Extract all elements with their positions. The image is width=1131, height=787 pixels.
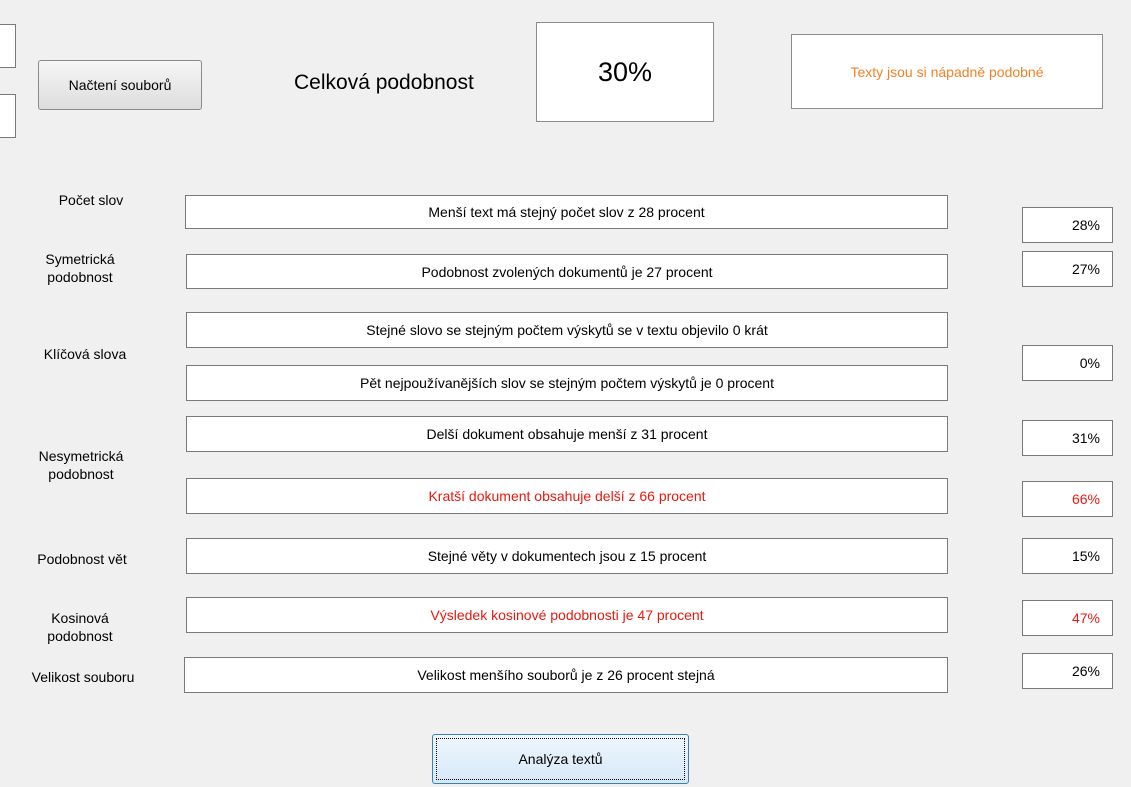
analyze-texts-button[interactable]: Analýza textů (432, 734, 689, 784)
focus-rectangle (436, 738, 685, 780)
cosine-value: 47% (1022, 600, 1113, 636)
file-size-value: 26% (1022, 653, 1113, 689)
file-size-label: Velikost souboru (31, 669, 135, 685)
load-files-button[interactable]: Načtení souborů (38, 60, 202, 110)
asymmetric-label-line1: Nesymetrická (38, 448, 124, 464)
file-path-field-1[interactable] (0, 24, 16, 68)
file-size-text: Velikost menšího souborů je z 26 procent… (184, 657, 948, 693)
keywords-text-2: Pět nejpoužívanějších slov se stejným po… (186, 365, 948, 401)
word-count-value: 28% (1022, 207, 1113, 243)
asymmetric-value-2: 66% (1022, 481, 1113, 517)
sentences-text: Stejné věty v dokumentech jsou z 15 proc… (186, 538, 948, 574)
keywords-text-1: Stejné slovo se stejným počtem výskytů s… (186, 312, 948, 348)
cosine-label: Kosinová podobnost (30, 609, 130, 645)
load-files-button-label: Načtení souborů (68, 77, 172, 93)
sentences-label: Podobnost vět (37, 551, 127, 567)
keywords-value: 0% (1022, 345, 1113, 381)
asymmetric-label: Nesymetrická podobnost (26, 447, 136, 483)
word-count-label: Počet slov (58, 192, 124, 208)
sentences-value: 15% (1022, 538, 1113, 574)
asymmetric-label-line2: podobnost (48, 466, 114, 482)
cosine-text: Výsledek kosinové podobnosti je 47 proce… (186, 597, 948, 633)
symmetric-value: 27% (1022, 251, 1113, 287)
overall-similarity-label: Celková podobnost (294, 71, 474, 94)
overall-similarity-value: 30% (536, 22, 714, 122)
word-count-text: Menší text má stejný počet slov z 28 pro… (185, 195, 948, 229)
asymmetric-text-2: Kratší dokument obsahuje delší z 66 proc… (186, 478, 948, 514)
cosine-label-line1: Kosinová (51, 610, 109, 626)
similarity-verdict: Texty jsou si nápadně podobné (791, 34, 1103, 109)
cosine-label-line2: podobnost (47, 628, 113, 644)
symmetric-label-line1: Symetrická (45, 251, 115, 267)
asymmetric-value-1: 31% (1022, 420, 1113, 456)
symmetric-label: Symetrická podobnost (30, 250, 130, 286)
symmetric-text: Podobnost zvolených dokumentů je 27 proc… (186, 254, 948, 289)
file-path-field-2[interactable] (0, 94, 16, 138)
asymmetric-text-1: Delší dokument obsahuje menší z 31 proce… (186, 416, 948, 452)
symmetric-label-line2: podobnost (47, 269, 113, 285)
keywords-label: Klíčová slova (43, 346, 127, 362)
